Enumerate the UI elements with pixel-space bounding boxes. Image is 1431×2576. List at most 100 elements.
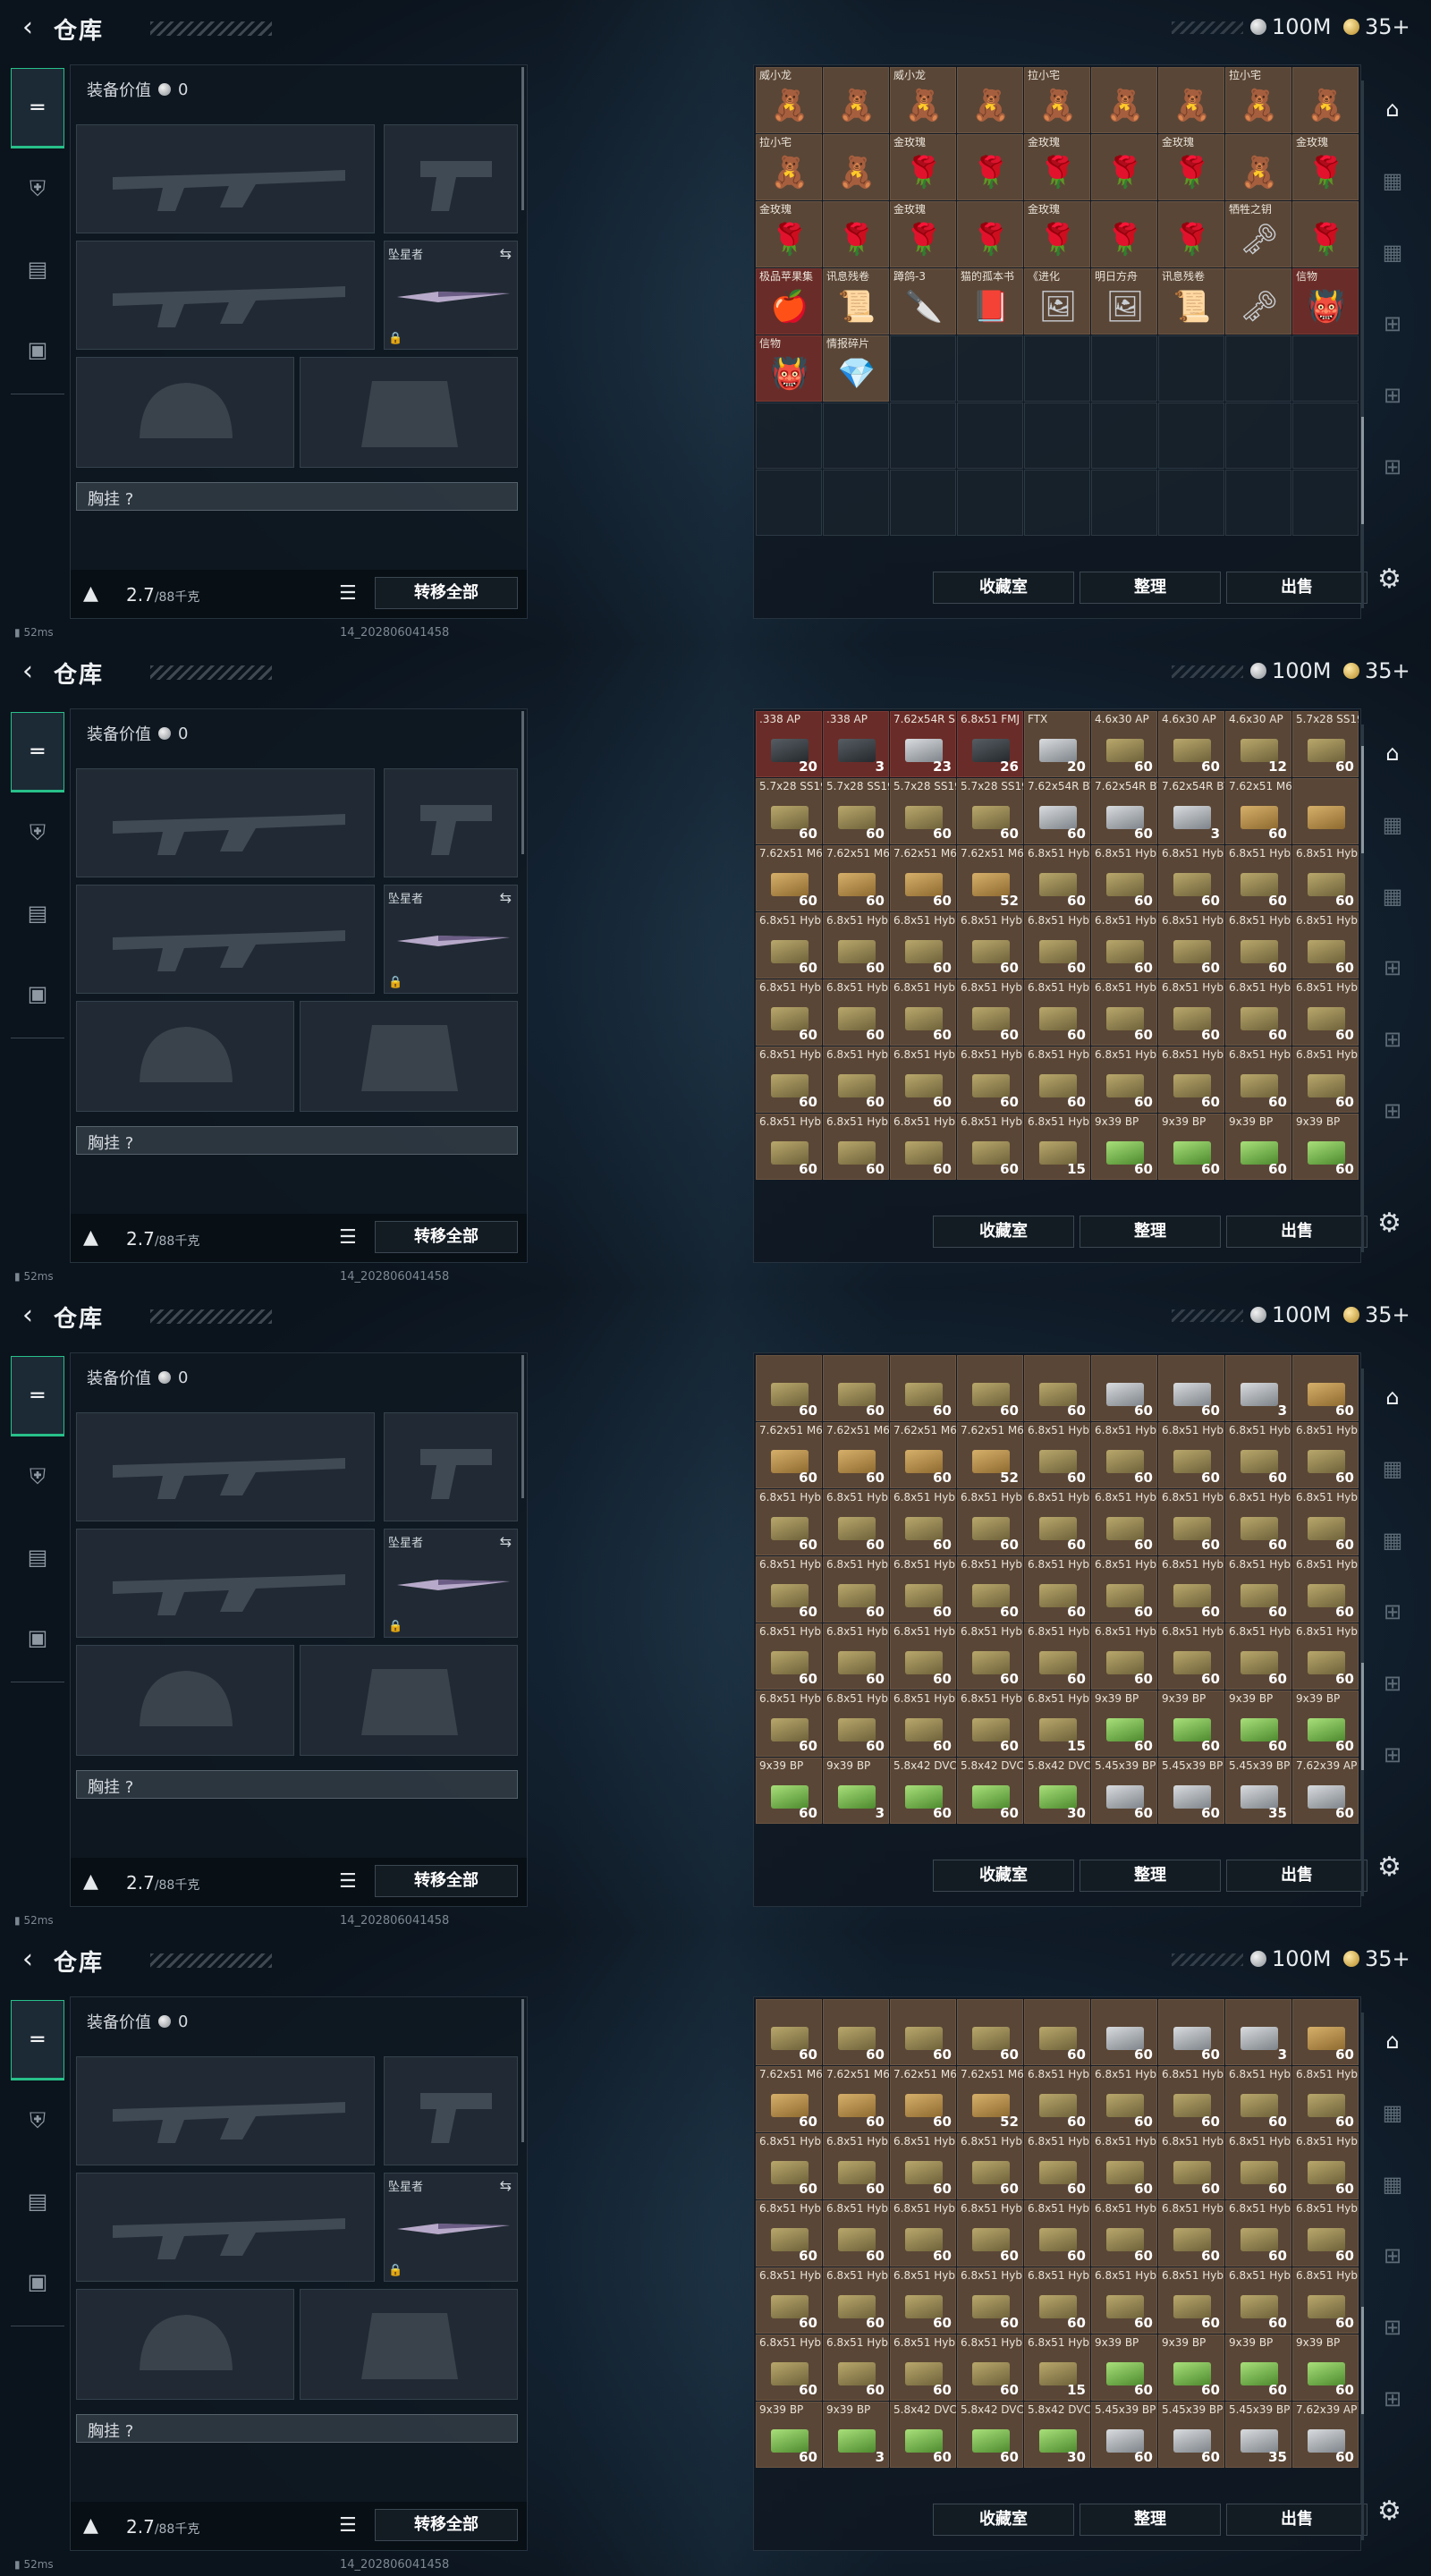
inventory-item[interactable]: 6.8x51 Hybrid 60 <box>890 912 956 979</box>
storage-tab-5[interactable]: ▦ <box>1372 216 1413 288</box>
inventory-item[interactable]: 6.8x51 Hybrid 60 <box>890 1623 956 1690</box>
inventory-item[interactable]: 5.8x42 DVC12 60 <box>890 1758 956 1824</box>
inventory-item[interactable]: 👹 信物 <box>1292 268 1359 335</box>
inventory-item[interactable]: 6.8x51 Hybrid 60 <box>1225 845 1291 911</box>
inventory-item[interactable]: 6.8x51 Hybrid 60 <box>957 979 1023 1046</box>
sell-button[interactable]: 出售 <box>1226 572 1367 604</box>
empty-grid-cell[interactable] <box>957 335 1023 402</box>
inventory-item[interactable]: 60 <box>957 1999 1023 2065</box>
inventory-item[interactable]: 📜 讯息残卷 <box>1158 268 1224 335</box>
inventory-scroll-thumb[interactable] <box>1361 417 1364 524</box>
inventory-item[interactable]: 6.8x51 Hybrid 60 <box>1292 2133 1359 2199</box>
inventory-item[interactable]: 6.8x51 Hybrid 60 <box>957 1489 1023 1555</box>
inventory-item[interactable]: 9x39 BP 60 <box>756 1758 822 1824</box>
inventory-item[interactable]: 6.8x51 Hybrid 60 <box>1225 1489 1291 1555</box>
inventory-item[interactable]: 6.8x51 Hybrid 60 <box>890 1489 956 1555</box>
secondary-weapon-slot[interactable] <box>76 885 375 994</box>
inventory-item[interactable]: 6.8x51 Hybrid 60 <box>1292 2066 1359 2132</box>
inventory-item[interactable]: 6.8x51 Hybrid 60 <box>823 1623 889 1690</box>
inventory-item[interactable]: 5.45x39 BP 60 <box>1158 1758 1224 1824</box>
inventory-item[interactable]: 5.8x42 DVC12 60 <box>890 2402 956 2468</box>
inventory-item[interactable]: .338 AP 20 <box>756 711 822 777</box>
helmet-slot[interactable] <box>76 357 294 468</box>
chest-rig-header[interactable]: 胸挂 ? <box>76 1126 518 1155</box>
inventory-item[interactable]: 6.8x51 Hybrid 60 <box>1292 1046 1359 1113</box>
inventory-item[interactable]: 6.8x51 Hybrid 60 <box>823 2267 889 2334</box>
storage-tab-5[interactable]: ▦ <box>1372 860 1413 932</box>
inventory-item[interactable]: 6.8x51 Hybrid 60 <box>756 1489 822 1555</box>
sidearm-slot[interactable] <box>384 1412 518 1521</box>
inventory-item[interactable]: 6.8x51 Hybrid 60 <box>1024 912 1090 979</box>
inventory-item[interactable]: 60 <box>1091 1999 1157 2065</box>
inventory-item[interactable]: 9x39 BP 60 <box>1292 1690 1359 1757</box>
inventory-item[interactable]: 5.7x28 SS190 60 <box>823 778 889 844</box>
inventory-item[interactable]: 6.8x51 Hybrid 60 <box>1024 2200 1090 2267</box>
collection-room-button[interactable]: 收藏室 <box>933 1216 1074 1248</box>
inventory-item[interactable]: 60 <box>1158 1999 1224 2065</box>
inventory-item[interactable]: 6.8x51 Hybrid 60 <box>1158 1489 1224 1555</box>
inventory-item[interactable]: 6.8x51 Hybrid 60 <box>1292 979 1359 1046</box>
storage-tab-home[interactable]: ⌂ <box>1372 73 1413 145</box>
empty-grid-cell[interactable] <box>756 470 822 536</box>
inventory-item[interactable]: 7.62x51 M62 60 <box>890 2066 956 2132</box>
empty-grid-cell[interactable] <box>1091 402 1157 469</box>
empty-grid-cell[interactable] <box>957 470 1023 536</box>
inventory-item[interactable]: 6.8x51 Hybrid 60 <box>1091 2066 1157 2132</box>
inventory-item[interactable]: 5.7x28 SS190 60 <box>756 778 822 844</box>
helmet-slot[interactable] <box>76 1001 294 1112</box>
inventory-item[interactable]: 🖼 明日方舟 <box>1091 268 1157 335</box>
gold-currency[interactable]: 35+ <box>1343 658 1410 683</box>
inventory-item[interactable]: 🍎 极品苹果集 <box>756 268 822 335</box>
inventory-item[interactable]: 6.8x51 Hybrid 60 <box>823 979 889 1046</box>
chest-rig-header[interactable]: 胸挂 ? <box>76 1770 518 1799</box>
inventory-item[interactable]: 6.8x51 Hybrid 60 <box>890 1690 956 1757</box>
inventory-item[interactable]: 6.8x51 Hybrid 15 <box>1024 1114 1090 1180</box>
chest-rig-tab[interactable]: ▤ <box>11 873 64 953</box>
empty-grid-cell[interactable] <box>1158 402 1224 469</box>
inventory-item[interactable]: 6.8x51 Hybrid 60 <box>1158 845 1224 911</box>
empty-grid-cell[interactable] <box>1024 335 1090 402</box>
inventory-item[interactable]: 6.8x51 Hybrid 60 <box>890 2334 956 2401</box>
empty-grid-cell[interactable] <box>890 335 956 402</box>
sell-button[interactable]: 出售 <box>1226 2504 1367 2536</box>
inventory-item[interactable]: 6.8x51 Hybrid 60 <box>890 979 956 1046</box>
storage-tab-add-2[interactable]: ⊞ <box>1372 2292 1413 2363</box>
inventory-item[interactable] <box>1292 778 1359 844</box>
inventory-item[interactable]: 6.8x51 Hybrid 60 <box>823 912 889 979</box>
inventory-item[interactable]: 6.8x51 Hybrid 60 <box>1158 1556 1224 1623</box>
sell-button[interactable]: 出售 <box>1226 1860 1367 1892</box>
inventory-item[interactable]: 🌹 金玫瑰 <box>890 201 956 267</box>
inventory-item[interactable]: 6.8x51 Hybrid 60 <box>756 2200 822 2267</box>
inventory-item[interactable]: 👹 信物 <box>756 335 822 402</box>
secondary-weapon-slot[interactable] <box>76 241 375 350</box>
inventory-item[interactable]: 7.62x51 M62 60 <box>1225 778 1291 844</box>
inventory-item[interactable]: 6.8x51 Hybrid 60 <box>1024 1556 1090 1623</box>
inventory-item[interactable]: 3 <box>1225 1999 1291 2065</box>
storage-tab-add-3[interactable]: ⊞ <box>1372 1719 1413 1791</box>
inventory-item[interactable]: 🌹 金玫瑰 <box>756 201 822 267</box>
storage-tab-add-2[interactable]: ⊞ <box>1372 1648 1413 1719</box>
inventory-item[interactable]: 6.8x51 Hybrid 60 <box>823 2200 889 2267</box>
storage-tab-home[interactable]: ⌂ <box>1372 717 1413 789</box>
storage-tab-add-1[interactable]: ⊞ <box>1372 1576 1413 1648</box>
inventory-item[interactable]: 6.8x51 Hybrid 60 <box>1225 2133 1291 2199</box>
inventory-item[interactable]: 6.8x51 Hybrid 60 <box>1091 2133 1157 2199</box>
inventory-item[interactable]: 6.8x51 Hybrid 60 <box>1158 2200 1224 2267</box>
inventory-item[interactable]: 5.8x42 DVC12 30 <box>1024 1758 1090 1824</box>
empty-grid-cell[interactable] <box>823 470 889 536</box>
organize-button[interactable]: 整理 <box>1080 572 1221 604</box>
empty-grid-cell[interactable] <box>1158 335 1224 402</box>
inventory-item[interactable]: 7.62x51 M62 60 <box>823 2066 889 2132</box>
transfer-all-button[interactable]: 转移全部 <box>375 1221 518 1253</box>
inventory-item[interactable]: 5.45x39 BP 35 <box>1225 1758 1291 1824</box>
silver-currency[interactable]: 100M <box>1250 14 1332 39</box>
inventory-item[interactable]: 3 <box>1225 1355 1291 1421</box>
list-icon[interactable]: ☰ <box>339 1870 357 1893</box>
organize-button[interactable]: 整理 <box>1080 2504 1221 2536</box>
inventory-item[interactable]: 🌹 <box>1091 201 1157 267</box>
inventory-item[interactable]: 5.45x39 BP 60 <box>1091 2402 1157 2468</box>
inventory-item[interactable]: 6.8x51 Hybrid 60 <box>756 1690 822 1757</box>
armor-tab[interactable]: ⛨ <box>11 148 64 229</box>
inventory-scroll-thumb[interactable] <box>1361 745 1364 853</box>
inventory-item[interactable]: 🧸 <box>823 134 889 200</box>
